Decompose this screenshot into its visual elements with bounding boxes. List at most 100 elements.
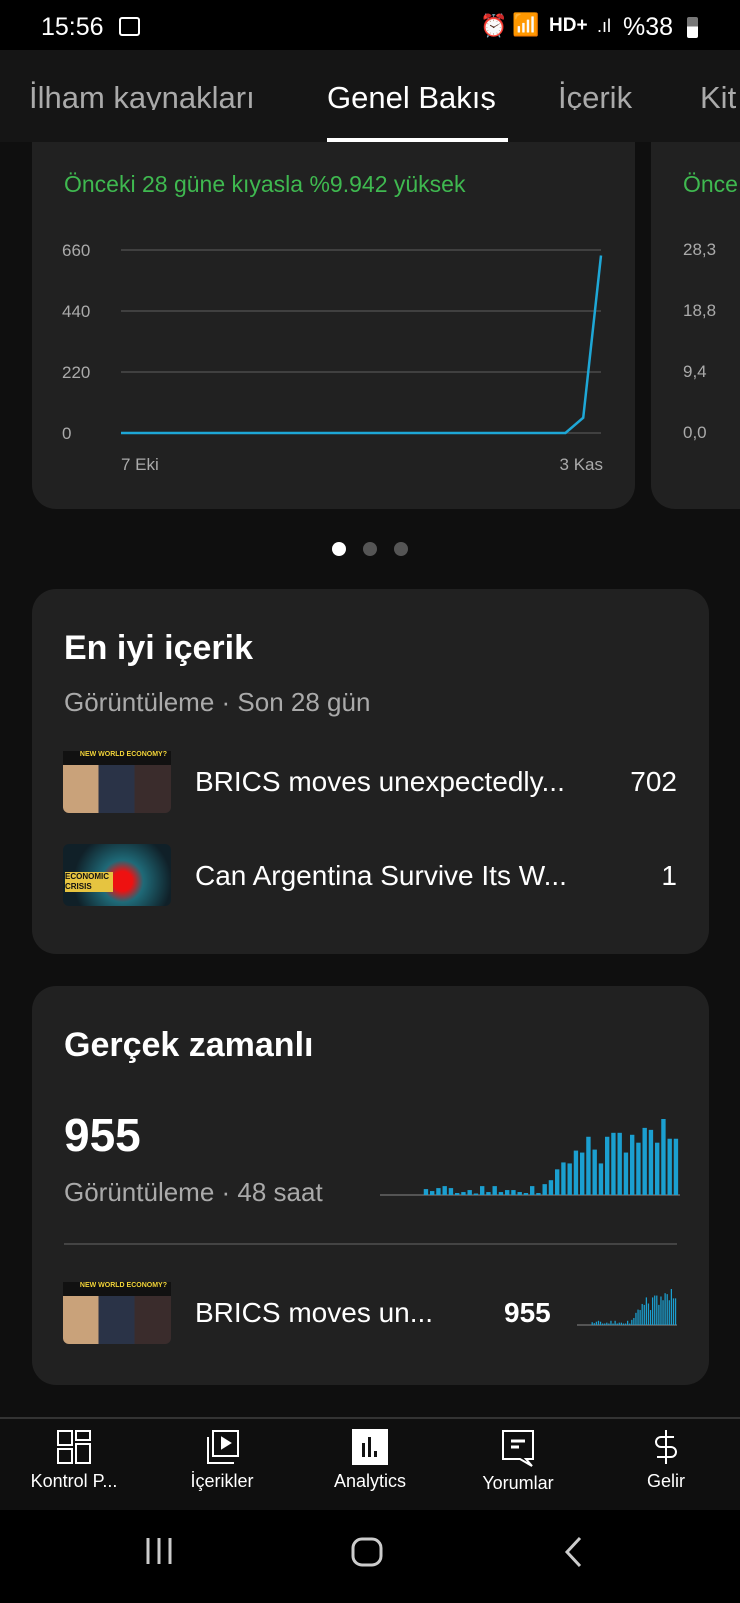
nav-label: Kontrol P...: [30, 1471, 118, 1491]
carousel-dot-active[interactable]: [332, 542, 346, 556]
realtime-card[interactable]: Gerçek zamanlı 955 Görüntüleme · 48 saat…: [32, 986, 709, 1385]
carousel-dot[interactable]: [394, 542, 408, 556]
card-subtitle: Görüntüleme · 48 saat: [64, 1177, 323, 1207]
video-title: BRICS moves unexpectedly...: [195, 766, 565, 797]
line-chart: 660 440 220 0 7 Eki 3 Kas: [62, 241, 603, 474]
bar: [436, 1188, 441, 1195]
active-tab-indicator: [327, 138, 508, 142]
sparkline-bar: [656, 1295, 658, 1325]
bar: [555, 1169, 560, 1195]
back-icon[interactable]: [563, 1536, 585, 1568]
image-icon: [119, 17, 140, 36]
divider: [64, 1243, 677, 1245]
next-chart-card[interactable]: Önce 28,3 18,8 9,4 0,0: [651, 110, 740, 509]
bar: [517, 1192, 522, 1195]
nav-label: İçerikler: [190, 1471, 254, 1491]
video-thumbnail: NEW WORLD ECONOMY?: [63, 1282, 171, 1344]
alarm-icon: ⏰: [480, 13, 508, 38]
analytics-icon: [352, 1429, 388, 1465]
bar: [598, 1163, 604, 1195]
y-tick: 18,8: [683, 301, 717, 320]
nav-analytics[interactable]: Analytics: [296, 1429, 444, 1492]
system-nav-bar: [0, 1510, 740, 1603]
carousel-dot[interactable]: [363, 542, 377, 556]
bottom-nav: Kontrol P... İçerikler Analytics Yorumla…: [0, 1417, 740, 1510]
comments-icon: [502, 1430, 534, 1467]
sparkline-bar: [627, 1320, 629, 1325]
video-sparkline: [577, 1289, 677, 1326]
sparkline-bar: [591, 1322, 593, 1325]
nav-dashboard[interactable]: Kontrol P...: [0, 1429, 148, 1492]
sparkline-bar: [666, 1294, 668, 1325]
video-views: 1: [661, 860, 677, 891]
sparkline-bar: [639, 1310, 641, 1325]
bar: [423, 1189, 429, 1195]
card-subtitle: Görüntüleme · Son 28 gün: [64, 687, 371, 717]
battery-text: %38: [623, 13, 674, 41]
sparkline-bar: [658, 1304, 660, 1325]
sparkline-bar: [645, 1297, 647, 1325]
nav-label: Gelir: [646, 1471, 685, 1491]
nav-comments[interactable]: Yorumlar: [444, 1429, 592, 1494]
sparkline-bar: [674, 1298, 677, 1325]
video-views: 702: [630, 766, 677, 797]
sparkline-bar: [629, 1323, 631, 1325]
realtime-views: 955: [64, 1109, 141, 1161]
bar: [617, 1132, 622, 1195]
bar: [548, 1180, 554, 1195]
bar: [461, 1192, 466, 1195]
bar: [467, 1190, 472, 1195]
video-thumbnail: NEW WORLD ECONOMY?: [63, 751, 171, 813]
y-tick-label: 440: [62, 302, 90, 321]
bar: [567, 1163, 572, 1195]
recent-apps-icon[interactable]: [144, 1536, 174, 1566]
comparison-text-next: Önce: [683, 171, 738, 197]
nav-content[interactable]: İçerikler: [148, 1429, 296, 1492]
sparkline-bar: [637, 1309, 639, 1325]
sparkline-bar: [620, 1322, 622, 1325]
sparkline-bar: [635, 1312, 637, 1325]
bar: [455, 1193, 460, 1195]
x-tick-label: 3 Kas: [560, 455, 603, 474]
dashboard-icon: [57, 1430, 91, 1464]
sparkline-bar: [654, 1295, 656, 1325]
bar: [673, 1138, 679, 1195]
bar: [655, 1142, 660, 1195]
bar: [536, 1193, 541, 1195]
bar: [667, 1138, 672, 1195]
sparkline-bar: [660, 1296, 662, 1325]
sparkline-bar: [643, 1304, 645, 1325]
sparkline-bar: [622, 1323, 625, 1325]
sparkline-bar: [614, 1320, 616, 1325]
bar: [473, 1193, 479, 1195]
card-title: En iyi içerik: [64, 629, 253, 667]
sparkline-bar: [641, 1303, 643, 1325]
y-tick-label: 660: [62, 241, 90, 260]
battery-icon: [687, 17, 698, 38]
sparkline-bar: [631, 1319, 633, 1325]
y-tick-label: 220: [62, 363, 90, 382]
bar: [498, 1192, 504, 1195]
status-bar: 15:56 ⏰ 📶 HD+ .ıl %38: [0, 0, 740, 50]
bar: [448, 1188, 454, 1195]
signal-icon: .ıl: [597, 16, 612, 36]
y-tick: 9,4: [683, 362, 707, 381]
bar: [592, 1149, 597, 1195]
home-icon[interactable]: [350, 1536, 384, 1568]
nav-label: Yorumlar: [482, 1473, 554, 1493]
bar: [430, 1191, 435, 1195]
bar: [636, 1142, 641, 1195]
sparkline-bar: [652, 1297, 654, 1325]
overview-chart-card[interactable]: Önceki 28 güne kıyasla %9.942 yüksek 660…: [32, 110, 635, 509]
card-title: Gerçek zamanlı: [64, 1026, 314, 1064]
bar: [580, 1152, 585, 1195]
content-icon: [207, 1430, 239, 1464]
nav-revenue[interactable]: Gelir: [592, 1429, 740, 1492]
video-title: BRICS moves un...: [195, 1297, 434, 1328]
sparkline-bar: [597, 1320, 600, 1325]
sparkline-bar: [633, 1317, 635, 1325]
bar: [648, 1129, 654, 1195]
sparkline-bar: [616, 1323, 618, 1325]
bar: [611, 1132, 616, 1195]
sparkline-bar: [610, 1320, 612, 1325]
